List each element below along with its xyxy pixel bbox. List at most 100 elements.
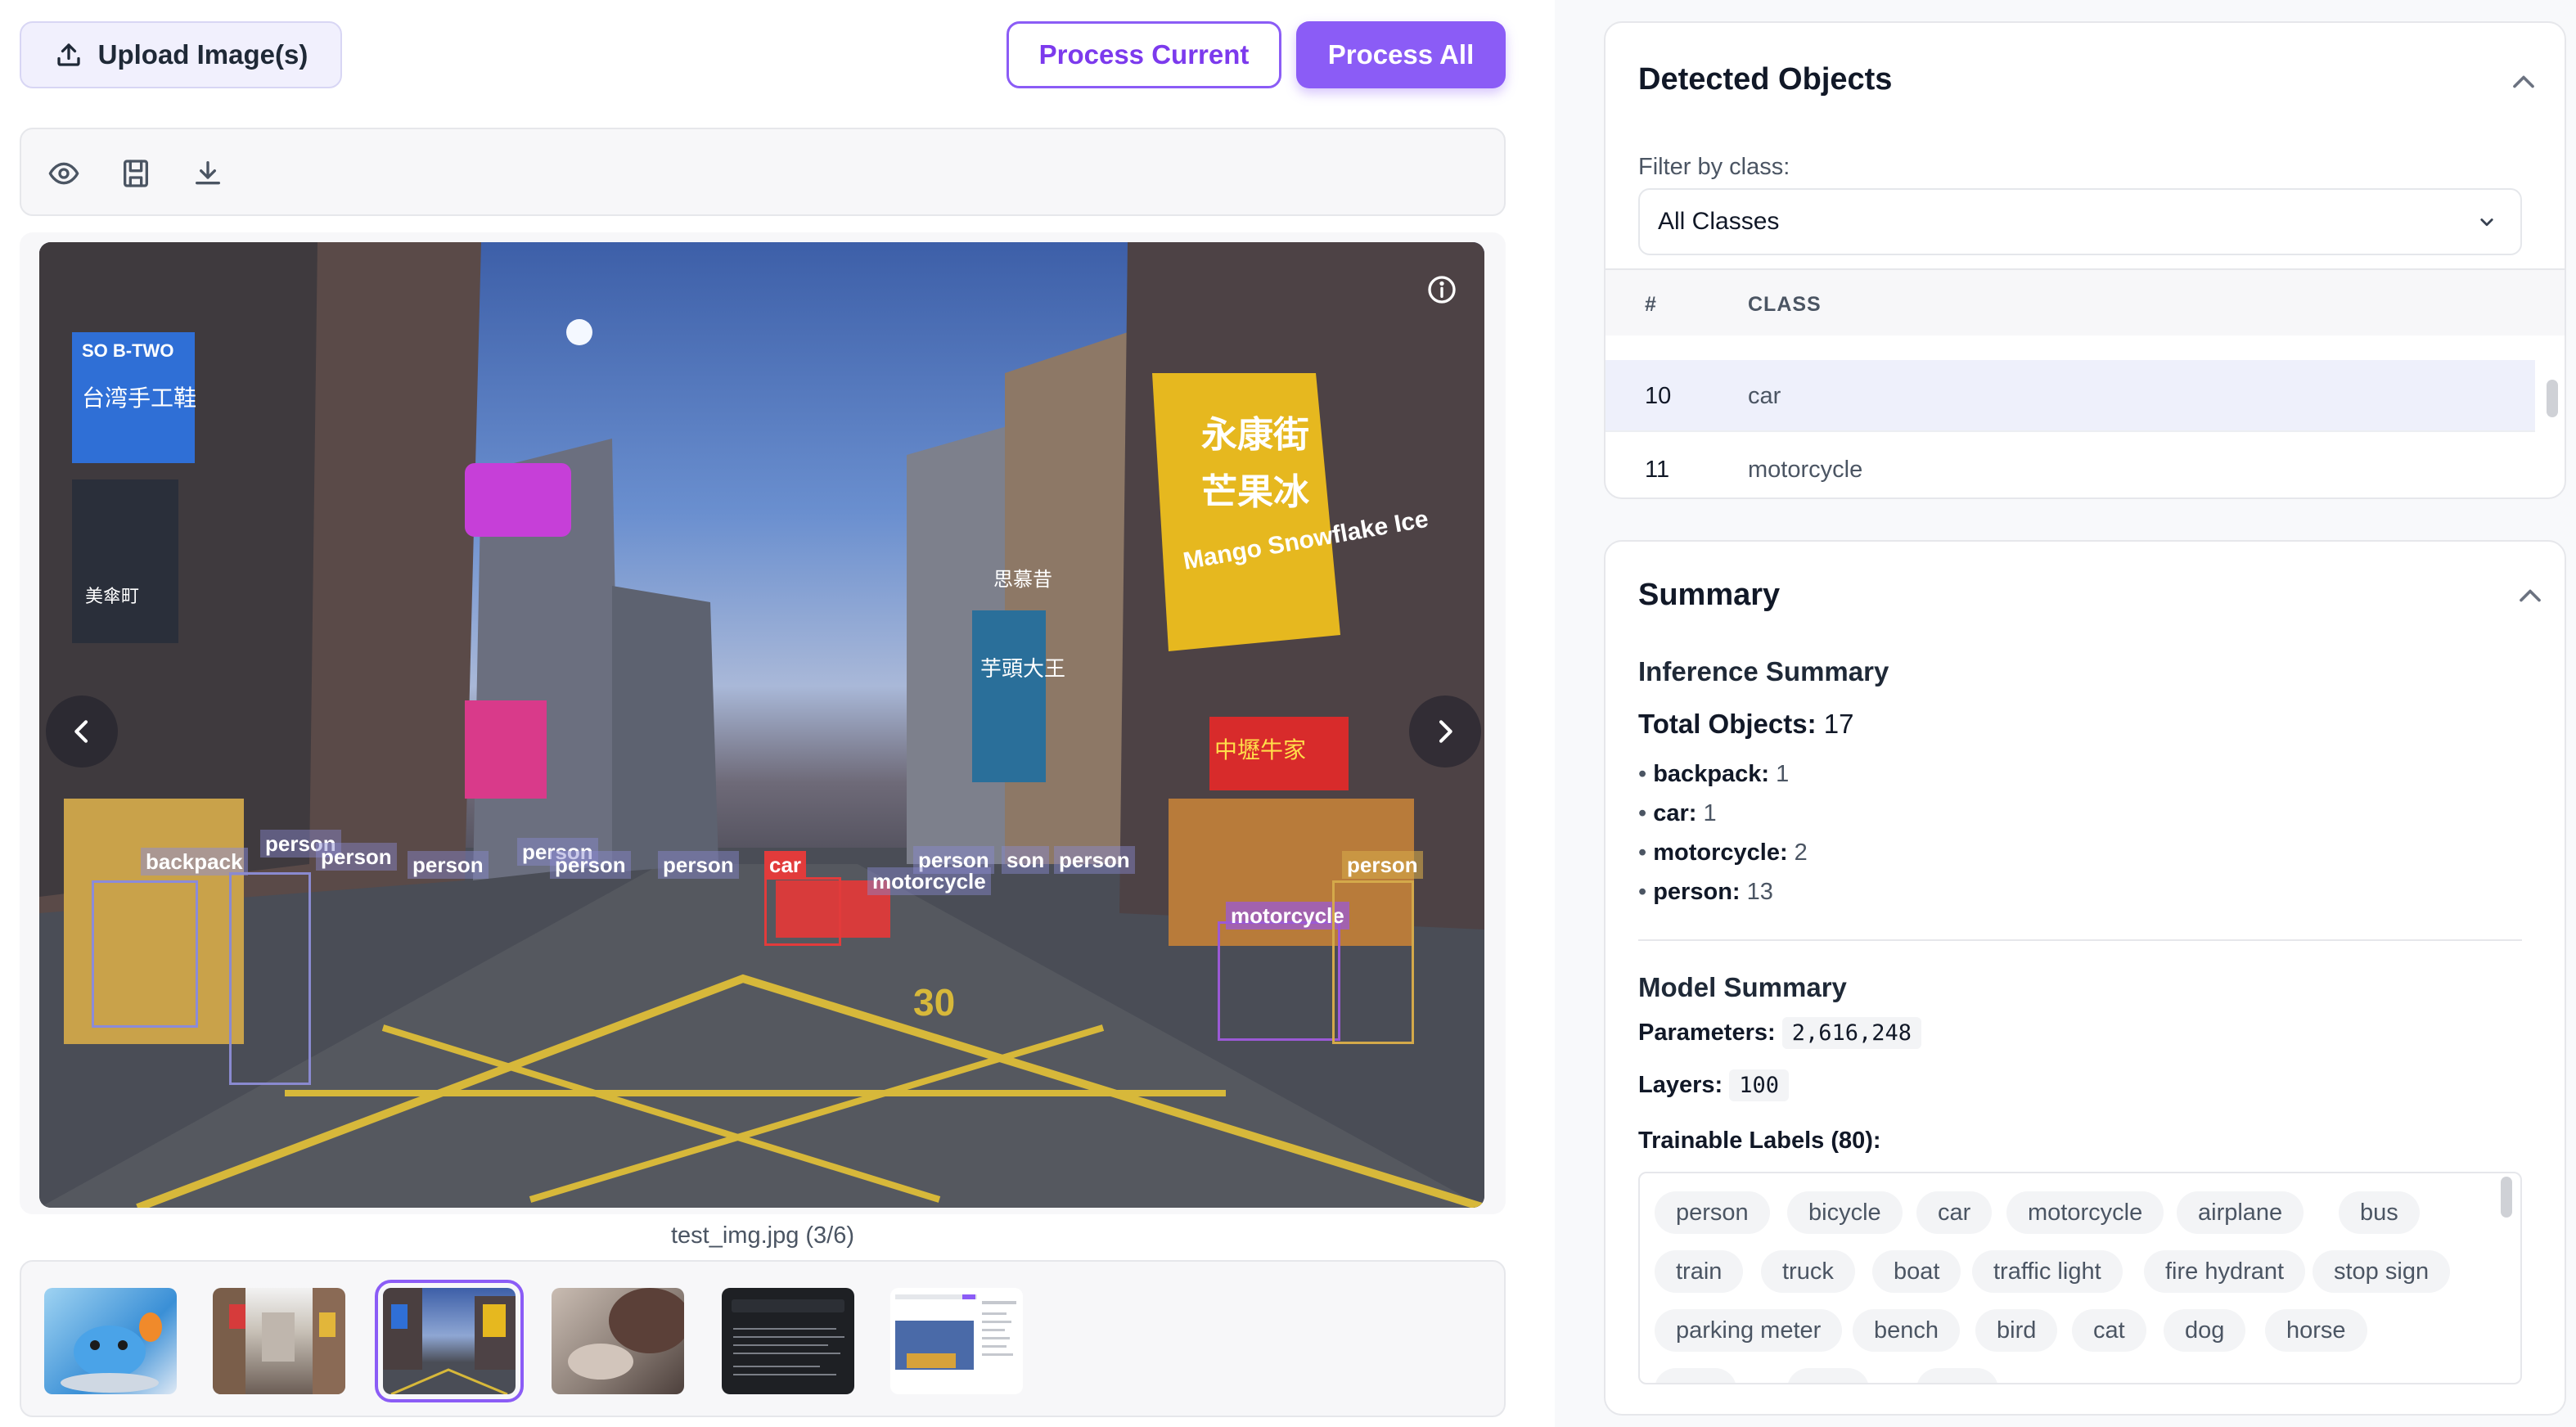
- count-item: • car: 1: [1638, 800, 1717, 826]
- divider: [1638, 939, 2522, 941]
- thumbnail-6[interactable]: [890, 1288, 1023, 1394]
- upload-images-button[interactable]: Upload Image(s): [20, 21, 342, 88]
- label-chip: train: [1655, 1250, 1744, 1293]
- parameters-row: Parameters: 2,616,248: [1638, 1017, 1922, 1049]
- chevron-up-icon[interactable]: [2506, 64, 2542, 100]
- row-index: 10: [1645, 383, 1672, 409]
- summary-title: Summary: [1638, 578, 1781, 612]
- parameters-label: Parameters:: [1638, 1020, 1776, 1046]
- sign-text-3: 美傘町: [85, 586, 139, 606]
- table-header: # CLASS: [1605, 268, 2565, 335]
- count-value: 1: [1776, 761, 1790, 787]
- trainable-labels-list[interactable]: person bicycle car motorcycle airplane b…: [1638, 1172, 2522, 1384]
- row-class: car: [1748, 383, 1781, 409]
- label-chip: fire hydrant: [2144, 1250, 2306, 1293]
- count-value: 1: [1703, 800, 1717, 826]
- detection-label: motorcycle: [867, 867, 991, 895]
- process-current-button[interactable]: Process Current: [1007, 21, 1281, 88]
- labels-scrollbar[interactable]: [2501, 1177, 2512, 1218]
- class-filter-select[interactable]: All Classes: [1638, 188, 2522, 255]
- detection-label: motorcycle: [1226, 902, 1349, 930]
- summary-card: Summary Inference Summary Total Objects:…: [1604, 540, 2566, 1416]
- inference-summary-title: Inference Summary: [1638, 656, 1889, 686]
- count-name: backpack:: [1653, 761, 1770, 787]
- row-index: 11: [1645, 457, 1670, 483]
- thumbnail-4[interactable]: [552, 1288, 684, 1394]
- street-day-thumbnail-art: [213, 1288, 345, 1394]
- model-summary-title: Model Summary: [1638, 972, 1847, 1002]
- save-icon[interactable]: [115, 152, 157, 195]
- label-chip: bench: [1853, 1309, 1961, 1352]
- image-toolbar: [20, 128, 1506, 216]
- download-icon[interactable]: [187, 152, 229, 195]
- street-photo[interactable]: 30 SO B-TWO 台湾手工鞋 美傘町 永康街 芒果冰 Mango Snow…: [39, 242, 1484, 1208]
- process-all-button[interactable]: Process All: [1296, 21, 1506, 88]
- layers-label: Layers:: [1638, 1072, 1723, 1098]
- detection-box: [764, 877, 841, 946]
- label-chip: horse: [2265, 1309, 2367, 1352]
- detection-label: car: [764, 851, 807, 879]
- label-chip: parking meter: [1655, 1309, 1843, 1352]
- label-chip: stop sign: [2313, 1250, 2451, 1293]
- row-class: motorcycle: [1748, 457, 1863, 483]
- label-chip: car: [1916, 1191, 1993, 1234]
- thumbnail-2[interactable]: [213, 1288, 345, 1394]
- count-name: person:: [1653, 879, 1741, 905]
- info-icon[interactable]: [1425, 273, 1458, 306]
- detected-objects-card: Detected Objects Filter by class: All Cl…: [1604, 21, 2566, 499]
- previous-image-button[interactable]: [46, 695, 118, 768]
- label-chip: bird: [1975, 1309, 2058, 1352]
- sign-text-7: 思慕昔: [993, 569, 1052, 591]
- table-row[interactable]: 10 car: [1605, 360, 2535, 432]
- sign-text-9: 中壢牛家: [1214, 737, 1306, 763]
- total-objects-value: 17: [1823, 709, 1854, 739]
- detection-label: person: [1342, 851, 1423, 879]
- sign-text-1: SO B-TWO: [82, 340, 173, 361]
- column-index-header: #: [1645, 293, 1657, 316]
- label-chip: bicycle: [1787, 1191, 1903, 1234]
- label-chip: dog: [2164, 1309, 2246, 1352]
- detection-box: [92, 880, 198, 1028]
- chevron-up-icon[interactable]: [2512, 578, 2548, 614]
- eye-icon[interactable]: [43, 152, 85, 195]
- road-number: 30: [913, 981, 955, 1024]
- label-chip: cat: [2072, 1309, 2146, 1352]
- street-night-thumbnail-art: [383, 1288, 516, 1394]
- label-chip-partial: [1655, 1368, 1736, 1383]
- label-chip: bus: [2339, 1191, 2420, 1234]
- chevron-left-icon: [74, 720, 88, 743]
- label-chip: boat: [1872, 1250, 1961, 1293]
- total-objects: Total Objects: 17: [1638, 709, 1853, 740]
- thumbnail-strip: [20, 1260, 1506, 1417]
- label-chip: truck: [1761, 1250, 1855, 1293]
- detection-label: backpack: [141, 848, 248, 876]
- trainable-labels-title: Trainable Labels (80):: [1638, 1128, 1881, 1154]
- layers-row: Layers: 100: [1638, 1069, 1790, 1101]
- thumbnail-1[interactable]: [44, 1288, 177, 1394]
- detection-label: person: [1054, 846, 1135, 874]
- count-item: • person: 13: [1638, 879, 1773, 905]
- thumbnail-3-selected[interactable]: [375, 1280, 524, 1402]
- table-row[interactable]: 11 motorcycle: [1605, 434, 2535, 497]
- detection-label: person: [316, 843, 397, 871]
- sign-text-5: 芒果冰: [1201, 472, 1310, 512]
- detection-label: person: [550, 851, 631, 879]
- filter-label: Filter by class:: [1638, 154, 1790, 180]
- upload-label: Upload Image(s): [97, 39, 308, 70]
- image-caption: test_img.jpg (3/6): [670, 1222, 855, 1249]
- document-dark-thumbnail-art: [732, 1299, 844, 1375]
- next-image-button[interactable]: [1409, 695, 1481, 768]
- thumbnail-5[interactable]: [722, 1288, 854, 1394]
- detection-box: [1332, 880, 1414, 1044]
- count-item: • backpack: 1: [1638, 761, 1790, 787]
- label-chip-partial: [1916, 1368, 1998, 1383]
- sign-text-8: 芋頭大王: [980, 656, 1065, 681]
- count-name: car:: [1653, 800, 1697, 826]
- image-workspace: Upload Image(s) Process Current Process …: [0, 0, 1555, 1427]
- parameters-value: 2,616,248: [1781, 1017, 1922, 1049]
- screenshot-thumbnail-art: [895, 1294, 1016, 1370]
- detection-box: [229, 872, 311, 1085]
- detection-label: person: [408, 851, 489, 879]
- table-scrollbar[interactable]: [2547, 380, 2558, 417]
- upload-icon: [56, 43, 80, 66]
